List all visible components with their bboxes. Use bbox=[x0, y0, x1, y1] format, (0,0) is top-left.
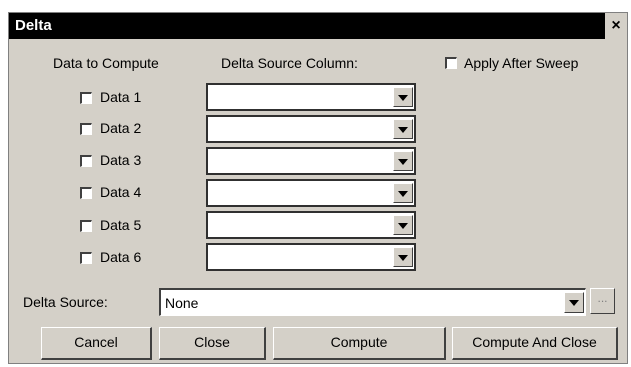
compute-and-close-button[interactable]: Compute And Close bbox=[452, 327, 618, 360]
data-4-source-column-select[interactable] bbox=[206, 179, 416, 207]
apply-after-sweep-checkbox[interactable] bbox=[445, 57, 457, 69]
data-3-source-column-select[interactable] bbox=[206, 147, 416, 175]
chevron-down-icon[interactable] bbox=[564, 292, 584, 313]
data-4-checkbox[interactable] bbox=[80, 187, 92, 199]
data-5-source-column-select[interactable] bbox=[206, 211, 416, 239]
delta-dialog: Delta × Data to Compute Delta Source Col… bbox=[8, 12, 628, 364]
close-button[interactable]: Close bbox=[159, 327, 266, 360]
chevron-down-icon[interactable] bbox=[393, 215, 413, 235]
data-2-label: Data 2 bbox=[100, 120, 142, 136]
delta-source-value: None bbox=[165, 295, 199, 311]
data-5-label: Data 5 bbox=[100, 217, 142, 233]
delta-source-select[interactable]: None bbox=[159, 288, 586, 316]
data-6-label: Data 6 bbox=[100, 249, 142, 265]
browse-button[interactable]: ... bbox=[590, 288, 615, 314]
delta-source-label: Delta Source: bbox=[23, 294, 108, 310]
data-3-label: Data 3 bbox=[100, 152, 142, 168]
chevron-down-icon[interactable] bbox=[393, 87, 413, 107]
data-2-checkbox[interactable] bbox=[80, 123, 92, 135]
window-title: Delta bbox=[15, 17, 52, 34]
data-1-label: Data 1 bbox=[100, 89, 142, 105]
cancel-button[interactable]: Cancel bbox=[41, 327, 152, 360]
compute-button[interactable]: Compute bbox=[273, 327, 446, 360]
title-bar[interactable]: Delta × bbox=[9, 13, 627, 39]
data-6-checkbox[interactable] bbox=[80, 252, 92, 264]
close-icon[interactable]: × bbox=[605, 13, 627, 39]
data-1-source-column-select[interactable] bbox=[206, 83, 416, 111]
data-4-label: Data 4 bbox=[100, 184, 142, 200]
data-5-checkbox[interactable] bbox=[80, 220, 92, 232]
data-to-compute-header: Data to Compute bbox=[53, 55, 159, 71]
data-3-checkbox[interactable] bbox=[80, 155, 92, 167]
data-1-checkbox[interactable] bbox=[80, 92, 92, 104]
chevron-down-icon[interactable] bbox=[393, 183, 413, 203]
delta-source-column-header: Delta Source Column: bbox=[221, 55, 358, 71]
data-2-source-column-select[interactable] bbox=[206, 115, 416, 143]
apply-after-sweep-label: Apply After Sweep bbox=[464, 55, 579, 71]
chevron-down-icon[interactable] bbox=[393, 151, 413, 171]
data-6-source-column-select[interactable] bbox=[206, 243, 416, 271]
chevron-down-icon[interactable] bbox=[393, 119, 413, 139]
chevron-down-icon[interactable] bbox=[393, 247, 413, 267]
